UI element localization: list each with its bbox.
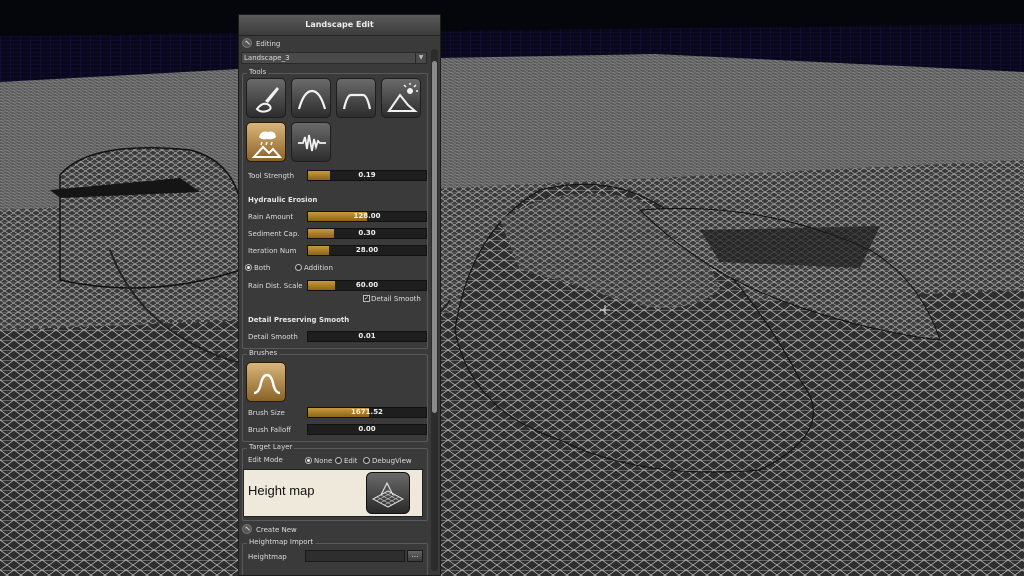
checkbox-check-icon[interactable]: ✓ bbox=[363, 294, 370, 302]
detail-smooth-value: 0.01 bbox=[358, 332, 376, 340]
brush-shape-button[interactable] bbox=[246, 362, 286, 402]
panel-title[interactable]: Landscape Edit bbox=[239, 15, 440, 36]
tool-erosion-button[interactable] bbox=[381, 78, 421, 118]
detail-preserving-smooth-heading: Detail Preserving Smooth bbox=[248, 316, 350, 324]
hydraulic-erosion-icon bbox=[251, 131, 283, 158]
rain-dist-scale-slider[interactable]: 60.00 bbox=[307, 280, 427, 291]
tool-hydraulic-erosion-button[interactable] bbox=[246, 122, 286, 162]
hydraulic-erosion-heading: Hydraulic Erosion bbox=[248, 196, 318, 204]
sediment-cap-slider[interactable]: 0.30 bbox=[307, 228, 427, 239]
height-map-layer-card[interactable]: Height map bbox=[243, 469, 423, 517]
rain-amount-slider[interactable]: 128.00 bbox=[307, 211, 427, 222]
sediment-cap-label: Sediment Cap. bbox=[248, 230, 300, 238]
edit-mode-label: Edit Mode bbox=[248, 456, 283, 464]
radio-addition-label: Addition bbox=[304, 264, 333, 272]
radio-debugview-label: DebugView bbox=[372, 457, 412, 465]
brush-size-value: 1671.52 bbox=[351, 408, 383, 416]
brush-falloff-slider[interactable]: 0.00 bbox=[307, 424, 427, 435]
terrain-mesh-icon bbox=[371, 481, 405, 508]
radio-indicator[interactable] bbox=[295, 263, 302, 271]
tools-group-label: Tools bbox=[247, 68, 269, 76]
detail-smooth-checkbox-label: Detail Smooth bbox=[371, 295, 421, 303]
radio-both-label: Both bbox=[254, 264, 271, 272]
iteration-num-slider[interactable]: 28.00 bbox=[307, 245, 427, 256]
iteration-num-label: Iteration Num bbox=[248, 247, 297, 255]
sediment-cap-value: 0.30 bbox=[358, 229, 376, 237]
height-map-layer-name: Height map bbox=[248, 483, 315, 498]
erosion-icon bbox=[387, 83, 418, 112]
radio-debugview[interactable]: DebugView bbox=[363, 456, 412, 466]
editing-collapse-row[interactable]: Editing bbox=[242, 38, 280, 50]
collapse-icon[interactable] bbox=[242, 38, 252, 48]
detail-smooth-checkbox[interactable]: ✓ Detail Smooth bbox=[363, 294, 421, 304]
detail-smooth-label: Detail Smooth bbox=[248, 333, 298, 341]
collapse-icon[interactable] bbox=[242, 524, 252, 534]
landscape-edit-panel: Landscape Edit Editing Landscape_3 ▼ Too… bbox=[238, 14, 441, 576]
landscape-select[interactable]: Landscape_3 ▼ bbox=[241, 52, 427, 64]
brush-size-label: Brush Size bbox=[248, 409, 285, 417]
paint-brush-icon bbox=[255, 87, 279, 113]
tool-smooth-button[interactable] bbox=[291, 78, 331, 118]
radio-indicator[interactable] bbox=[305, 456, 312, 464]
radio-both[interactable]: Both bbox=[245, 263, 270, 273]
brushes-group: Brushes Brush Size 1671.52 Brush Falloff… bbox=[242, 349, 428, 442]
radio-edit[interactable]: Edit bbox=[335, 456, 358, 466]
rain-dist-scale-value: 60.00 bbox=[355, 281, 379, 289]
radio-indicator[interactable] bbox=[363, 456, 370, 464]
detail-smooth-slider[interactable]: 0.01 bbox=[307, 331, 427, 342]
heightmap-path-input[interactable] bbox=[305, 550, 405, 562]
brush-size-slider[interactable]: 1671.52 bbox=[307, 407, 427, 418]
rain-dist-scale-label: Rain Dist. Scale bbox=[248, 282, 303, 290]
radio-edit-label: Edit bbox=[344, 457, 358, 465]
landscape-select-value: Landscape_3 bbox=[244, 54, 290, 62]
flatten-icon bbox=[342, 93, 372, 110]
rain-amount-value: 128.00 bbox=[353, 212, 381, 220]
chevron-down-icon[interactable]: ▼ bbox=[415, 53, 426, 63]
tool-flatten-button[interactable] bbox=[336, 78, 376, 118]
panel-scrollbar[interactable] bbox=[431, 49, 438, 571]
brush-falloff-label: Brush Falloff bbox=[248, 426, 292, 434]
scroll-thumb[interactable] bbox=[432, 61, 437, 413]
landscape-viewport[interactable] bbox=[0, 0, 1024, 576]
heightmap-import-group-label: Heightmap Import bbox=[247, 538, 316, 546]
brush-falloff-value: 0.00 bbox=[358, 425, 376, 433]
iteration-num-value: 28.00 bbox=[355, 246, 379, 254]
tool-strength-label: Tool Strength bbox=[248, 172, 295, 180]
smooth-icon bbox=[297, 89, 327, 110]
tool-strength-slider[interactable]: 0.19 bbox=[307, 170, 427, 181]
radio-indicator[interactable] bbox=[245, 263, 252, 271]
radio-none-label: None bbox=[314, 457, 333, 465]
editing-label: Editing bbox=[256, 40, 281, 48]
create-new-label: Create New bbox=[256, 526, 297, 534]
noise-icon bbox=[298, 134, 326, 152]
height-map-icon bbox=[366, 472, 410, 514]
heightmap-label: Heightmap bbox=[248, 553, 287, 561]
tools-group: Tools Tool Strength 0.19 Hydraulic Erosi… bbox=[242, 68, 428, 349]
browse-button[interactable]: ... bbox=[407, 550, 423, 562]
tool-noise-button[interactable] bbox=[291, 122, 331, 162]
tool-strength-value: 0.19 bbox=[358, 171, 376, 179]
radio-indicator[interactable] bbox=[335, 456, 342, 464]
rain-amount-label: Rain Amount bbox=[248, 213, 294, 221]
tool-paint-button[interactable] bbox=[246, 78, 286, 118]
create-new-collapse-row[interactable]: Create New bbox=[242, 524, 297, 536]
brush-falloff-icon bbox=[253, 373, 281, 395]
radio-addition[interactable]: Addition bbox=[295, 263, 333, 273]
target-layer-group-label: Target Layer bbox=[247, 443, 295, 451]
radio-none[interactable]: None bbox=[305, 456, 332, 466]
brushes-group-label: Brushes bbox=[247, 349, 280, 357]
